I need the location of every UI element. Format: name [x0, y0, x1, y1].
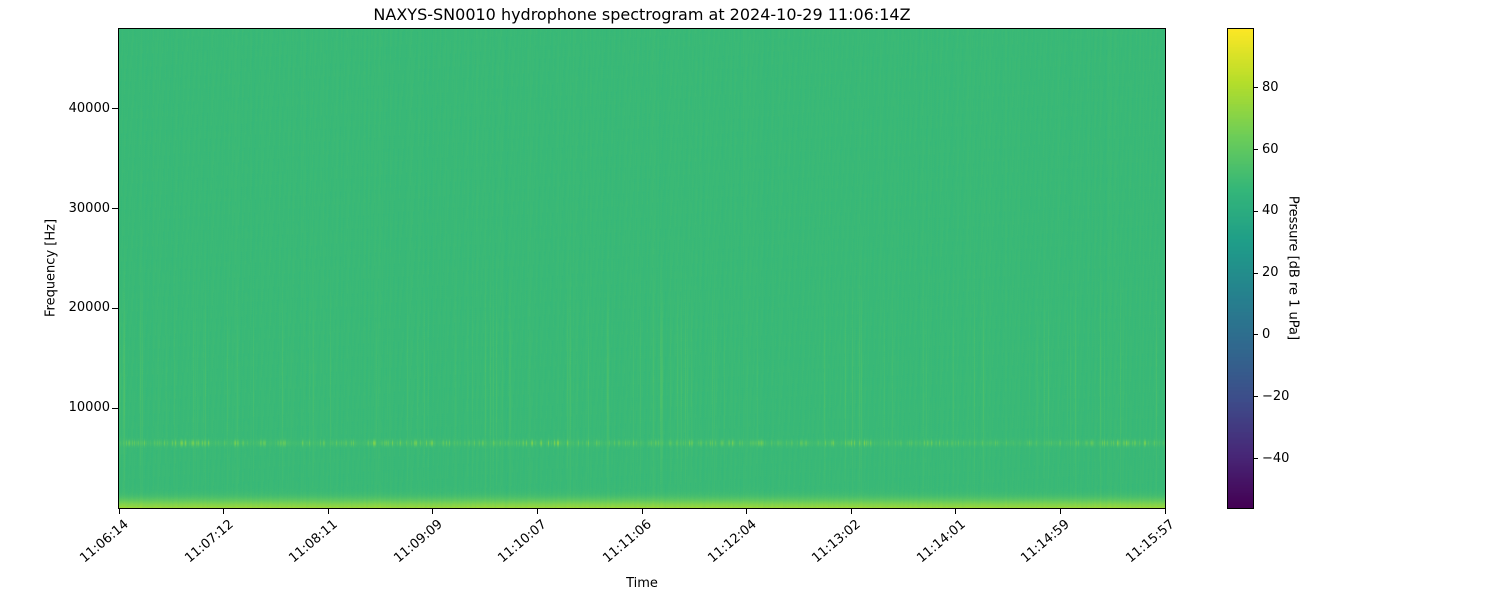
- x-tick-mark: [118, 509, 120, 514]
- x-tick-mark: [536, 509, 538, 514]
- colorbar-tick-label: 40: [1262, 203, 1279, 219]
- plot-area: [118, 28, 1166, 509]
- x-tick-mark: [1164, 509, 1166, 514]
- colorbar: [1227, 28, 1254, 509]
- colorbar-tick-label: 60: [1262, 141, 1279, 157]
- spectrogram-heatmap: [119, 29, 1165, 508]
- x-tick-mark: [223, 509, 225, 514]
- x-tick-mark: [746, 509, 748, 514]
- x-tick-mark: [432, 509, 434, 514]
- colorbar-tick-mark: [1254, 149, 1258, 151]
- y-tick-label: 40000: [68, 100, 110, 116]
- y-tick-label: 30000: [68, 200, 110, 216]
- chart-title: NAXYS-SN0010 hydrophone spectrogram at 2…: [373, 5, 911, 24]
- colorbar-tick-label: −40: [1262, 450, 1290, 466]
- x-tick-mark: [850, 509, 852, 514]
- y-tick-mark: [112, 407, 118, 409]
- colorbar-tick-mark: [1254, 396, 1258, 398]
- y-tick-mark: [112, 307, 118, 309]
- x-tick-label: 11:06:14: [77, 517, 132, 567]
- colorbar-tick-label: 80: [1262, 79, 1279, 95]
- colorbar-tick-mark: [1254, 87, 1258, 89]
- x-axis-label: Time: [626, 576, 658, 591]
- x-tick-mark: [641, 509, 643, 514]
- colorbar-label: Pressure [dB re 1 uPa]: [1285, 195, 1301, 341]
- y-tick-label: 10000: [68, 400, 110, 416]
- colorbar-tick-mark: [1254, 458, 1258, 460]
- spectrogram-figure: NAXYS-SN0010 hydrophone spectrogram at 2…: [0, 0, 1500, 600]
- colorbar-tick-mark: [1254, 334, 1258, 336]
- x-tick-mark: [955, 509, 957, 514]
- y-tick-mark: [112, 108, 118, 110]
- y-tick-label: 20000: [68, 300, 110, 316]
- colorbar-tick-label: 20: [1262, 265, 1279, 281]
- colorbar-gradient: [1228, 29, 1253, 508]
- colorbar-tick-label: 0: [1262, 326, 1271, 342]
- colorbar-tick-mark: [1254, 210, 1258, 212]
- x-tick-mark: [327, 509, 329, 514]
- x-tick-mark: [1059, 509, 1061, 514]
- y-tick-mark: [112, 208, 118, 210]
- colorbar-tick-label: −20: [1262, 388, 1290, 404]
- colorbar-tick-mark: [1254, 272, 1258, 274]
